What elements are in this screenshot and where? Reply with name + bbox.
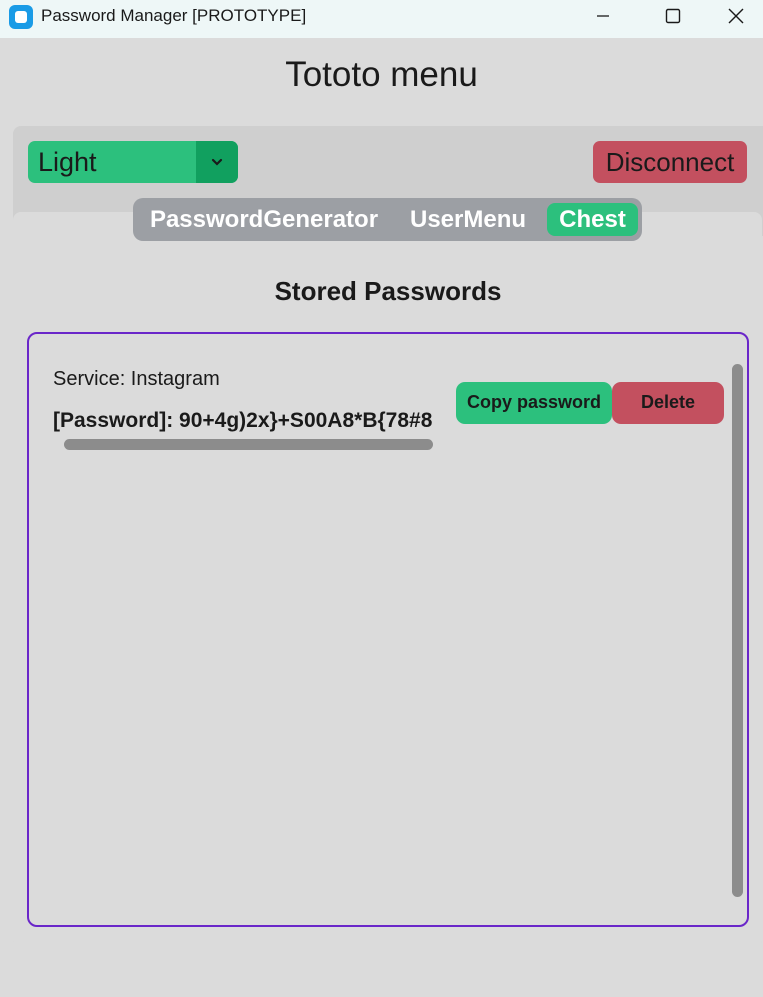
close-icon [728, 8, 743, 24]
title-bar: Password Manager [PROTOTYPE] [0, 0, 763, 38]
entry-password-label: [Password]: 90+4g)2x}+S00A8*B{78#8 [53, 409, 433, 432]
theme-select-value: Light [38, 147, 97, 177]
theme-select[interactable]: Light [28, 141, 238, 183]
theme-select-arrow[interactable] [196, 141, 238, 183]
close-button[interactable] [708, 0, 763, 32]
tab-user-menu[interactable]: UserMenu [403, 203, 533, 236]
maximize-button[interactable] [638, 0, 708, 32]
minimize-icon [597, 15, 609, 17]
section-title: Stored Passwords [274, 276, 502, 306]
tab-bar: PasswordGenerator UserMenu Chest [133, 198, 642, 241]
disconnect-button[interactable]: Disconnect [593, 141, 747, 183]
entry-service-label: Service: Instagram [53, 368, 220, 390]
copy-password-button[interactable]: Copy password [456, 382, 612, 424]
delete-button[interactable]: Delete [612, 382, 724, 424]
app-icon [9, 5, 33, 29]
window-title: Password Manager [PROTOTYPE] [41, 6, 307, 25]
tab-chest[interactable]: Chest [547, 203, 638, 236]
tab-password-generator[interactable]: PasswordGenerator [138, 203, 390, 236]
entry-password-viewport[interactable]: [Password]: 90+4g)2x}+S00A8*B{78#8 [53, 408, 448, 434]
chevron-down-icon [211, 158, 223, 166]
page-title: Tototo menu [285, 55, 478, 94]
minimize-button[interactable] [568, 0, 638, 32]
maximize-icon [665, 8, 681, 24]
vertical-scrollbar[interactable] [732, 364, 743, 897]
entry-horizontal-scrollbar[interactable] [64, 439, 433, 450]
